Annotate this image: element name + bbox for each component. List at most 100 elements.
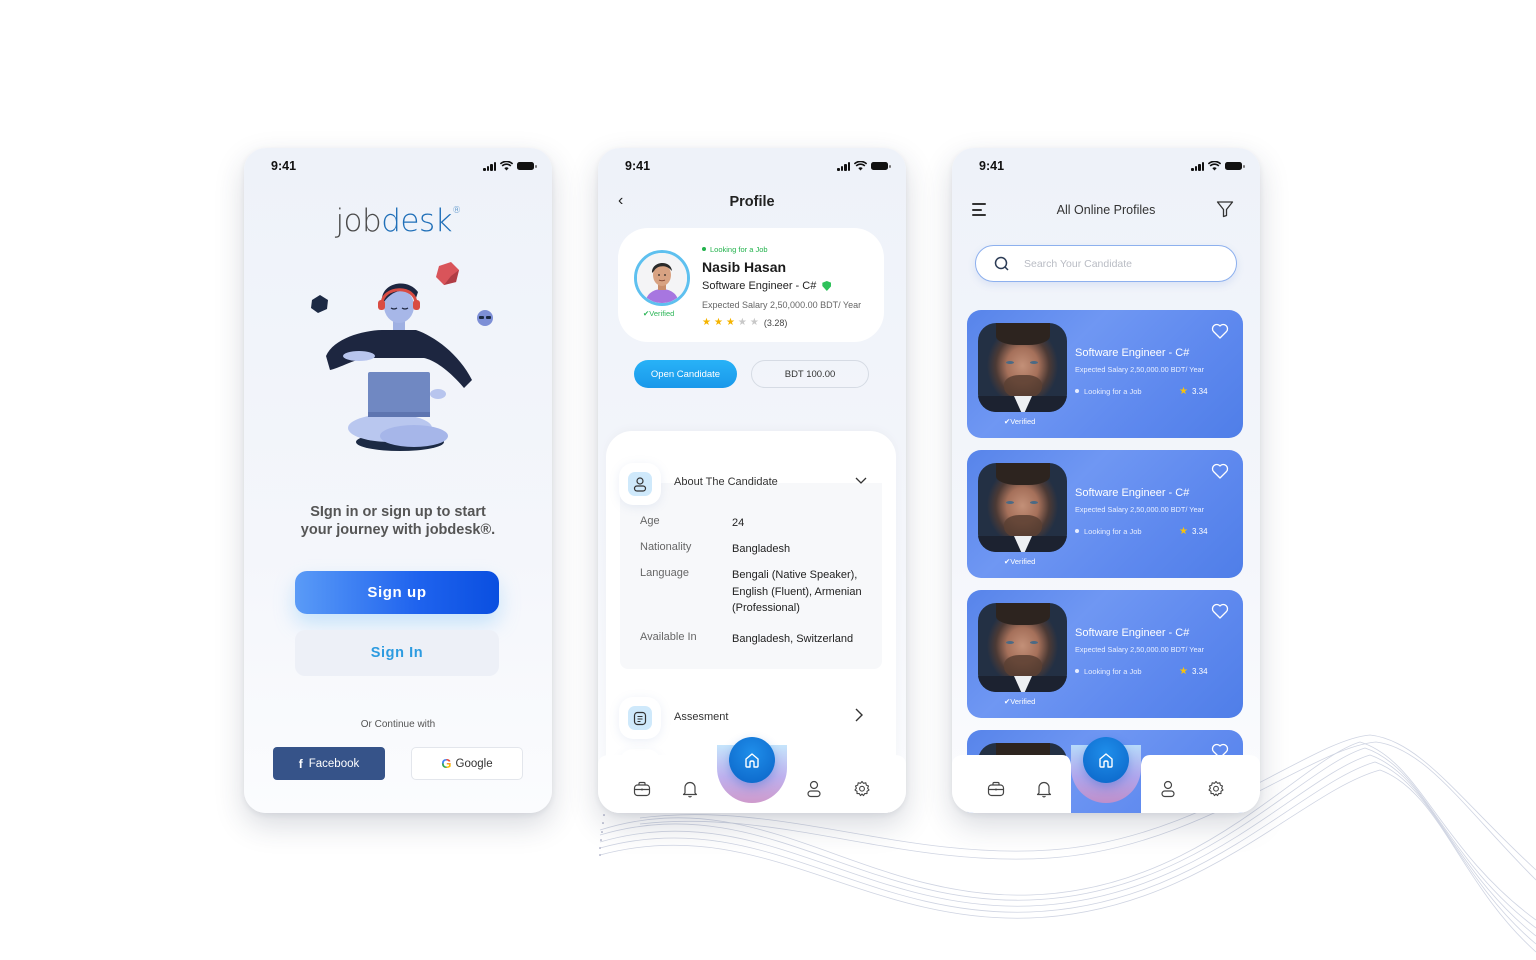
battery-icon — [517, 162, 537, 170]
rating: ★ 3.34 — [1179, 386, 1208, 397]
heart-icon[interactable] — [1211, 462, 1229, 480]
verified-badge: ✔Verified — [1004, 417, 1036, 426]
nav-home[interactable] — [1083, 737, 1129, 783]
google-label: Google — [455, 757, 493, 770]
nav-settings[interactable] — [1206, 779, 1226, 799]
settings-icon — [854, 780, 870, 797]
shield-check-icon — [822, 281, 832, 291]
nav-briefcase[interactable] — [986, 779, 1006, 799]
chevron-down-icon — [855, 477, 867, 484]
wifi-icon — [500, 161, 513, 171]
nav-notifications[interactable] — [680, 779, 700, 799]
about-details: Age 24 Nationality Bangladesh Language Beng… — [620, 483, 882, 669]
rating: ★ 3.34 — [1179, 666, 1208, 677]
status-bar: 9:41 — [952, 158, 1260, 174]
bell-icon — [682, 781, 698, 798]
job-status: Looking for a Job — [702, 245, 768, 254]
wifi-icon — [1208, 161, 1221, 171]
nav-settings[interactable] — [852, 779, 872, 799]
status-time: 9:41 — [979, 159, 1005, 173]
rating: ★ 3.34 — [1179, 526, 1208, 537]
facebook-button[interactable]: f Facebook — [273, 747, 385, 780]
signin-phone: 9:41 jobdesk® SIgn in or sign up to star… — [244, 148, 552, 813]
star-icon: ★ — [749, 317, 759, 328]
open-candidate-button[interactable]: Open Candidate — [634, 360, 737, 388]
filter-icon[interactable] — [1216, 200, 1234, 218]
candidate-role-text: Software Engineer - C# — [702, 280, 817, 292]
nav-home[interactable] — [729, 737, 775, 783]
about-candidate-toggle[interactable]: About The Candidate — [619, 463, 882, 505]
assessment-item[interactable]: Assesment — [619, 697, 882, 739]
detail-row-available: Available In Bangladesh, Switzerland — [640, 631, 854, 645]
candidate-role: Software Engineer - C# — [1075, 487, 1190, 499]
candidate-role: Software Engineer - C# — [702, 280, 832, 292]
search-bar[interactable] — [975, 245, 1237, 282]
candidate-summary-card: ✔Verified Looking for a Job Nasib Hasan … — [618, 228, 884, 342]
signal-icon — [483, 161, 496, 171]
signup-button[interactable]: Sign up — [295, 571, 499, 614]
star-icon: ★ — [713, 317, 723, 328]
status-bar: 9:41 — [598, 158, 906, 174]
job-status: Looking for a Job — [1075, 387, 1142, 396]
nav-profile[interactable] — [804, 779, 824, 799]
expected-salary: Expected Salary 2,50,000.00 BDT/ Year — [1075, 505, 1204, 514]
page-title: Profile — [729, 194, 775, 210]
nav-profile[interactable] — [1158, 779, 1178, 799]
heart-icon[interactable] — [1211, 322, 1229, 340]
candidate-card[interactable]: ✔Verified Software Engineer - C# Expecte… — [967, 310, 1243, 438]
signal-icon — [1191, 161, 1204, 171]
avatar — [634, 250, 690, 306]
job-status: Looking for a Job — [1075, 667, 1142, 676]
candidate-role: Software Engineer - C# — [1075, 627, 1190, 639]
verified-badge: ✔Verified — [1004, 697, 1036, 706]
candidate-card[interactable]: ✔Verified Software Engineer - C# Expecte… — [967, 590, 1243, 718]
candidate-photo — [978, 463, 1067, 552]
nav-briefcase[interactable] — [632, 779, 652, 799]
profile-phone: 9:41 ‹ Profile ✔Verified Looking for a J… — [598, 148, 906, 813]
google-icon: G — [441, 756, 452, 771]
candidate-card[interactable]: ✔Verified Software Engineer - C# Expecte… — [967, 450, 1243, 578]
price-button[interactable]: BDT 100.00 — [751, 360, 869, 388]
bottom-nav — [952, 737, 1260, 813]
facebook-label: Facebook — [308, 757, 360, 770]
nav-notifications[interactable] — [1034, 779, 1054, 799]
expected-salary: Expected Salary 2,50,000.00 BDT/ Year — [1075, 645, 1204, 654]
star-icon: ★ — [737, 317, 747, 328]
detail-row-age: Age 24 — [640, 515, 745, 529]
briefcase-icon — [633, 781, 651, 797]
wifi-icon — [854, 161, 867, 171]
briefcase-icon — [987, 781, 1005, 797]
star-icon: ★ — [1179, 386, 1188, 397]
battery-icon — [871, 162, 891, 170]
heart-icon[interactable] — [1211, 602, 1229, 620]
star-icon: ★ — [1179, 526, 1188, 537]
showcase-stage: 9:41 jobdesk® SIgn in or sign up to star… — [0, 0, 1536, 960]
user-icon — [619, 463, 661, 505]
document-icon — [619, 697, 661, 739]
home-icon — [1099, 753, 1113, 768]
status-time: 9:41 — [625, 159, 651, 173]
user-icon — [807, 780, 821, 798]
signin-tagline: SIgn in or sign up to start your journey… — [300, 504, 496, 538]
verified-badge: ✔Verified — [1004, 557, 1036, 566]
google-button[interactable]: G Google — [411, 747, 523, 780]
bell-icon — [1036, 781, 1052, 798]
jobdesk-logo: jobdesk® — [335, 203, 461, 239]
rating-value: (3.28) — [763, 318, 788, 328]
detail-row-language: Language Bengali (Native Speaker), Englis… — [640, 567, 862, 614]
star-icon: ★ — [725, 317, 735, 328]
chevron-right-icon — [855, 708, 863, 722]
signin-button[interactable]: Sign In — [295, 630, 499, 676]
facebook-icon: f — [298, 756, 303, 771]
candidate-photo — [978, 323, 1067, 412]
star-rating: ★ ★ ★ ★ ★ (3.28) — [702, 317, 788, 329]
search-input[interactable] — [1024, 257, 1214, 270]
expected-salary: Expected Salary 2,50,000.00 BDT/ Year — [702, 300, 862, 310]
status-bar: 9:41 — [244, 158, 552, 174]
person-with-laptop-illustration — [311, 262, 493, 451]
profiles-list-phone: 9:41 All Online Profiles ✔Verified Softw… — [952, 148, 1260, 813]
candidate-role: Software Engineer - C# — [1075, 347, 1190, 359]
search-icon — [994, 256, 1009, 271]
battery-icon — [1225, 162, 1245, 170]
signal-icon — [837, 161, 850, 171]
